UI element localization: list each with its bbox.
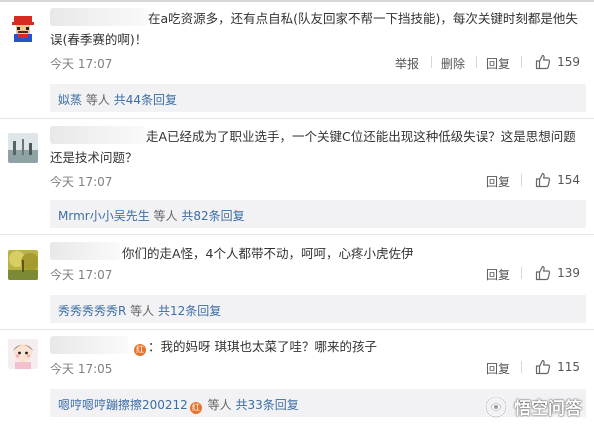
like-button[interactable]: 139 bbox=[535, 263, 580, 283]
watermark-text: 悟空问答 bbox=[514, 399, 582, 419]
reply-count-link[interactable]: 共82条回复 bbox=[181, 209, 244, 223]
reply-user-link[interactable]: 秀秀秀秀秀R bbox=[58, 304, 126, 318]
comment-time: 今天 17:05 bbox=[50, 362, 113, 376]
reply-user-link[interactable]: 嗯哼嗯哼蹦擦擦200212 bbox=[58, 398, 188, 412]
comment-text-body: ：我的妈呀 琪琪也太菜了哇？哪来的孩子 bbox=[148, 339, 377, 354]
report-button[interactable]: 举报 bbox=[395, 55, 419, 72]
verified-badge-icon: 红 bbox=[134, 344, 146, 356]
reply-count-link[interactable]: 共12条回复 bbox=[158, 304, 221, 318]
comment-time: 今天 17:07 bbox=[50, 175, 113, 189]
comment-meta: 今天 17:07 回复 139 bbox=[50, 263, 586, 283]
avatar[interactable] bbox=[8, 14, 38, 44]
thumbs-up-icon bbox=[535, 359, 551, 375]
comment-time: 今天 17:07 bbox=[50, 57, 113, 71]
divider bbox=[0, 329, 594, 330]
watermark: 悟空问答 bbox=[484, 394, 582, 419]
reply-suffix: 等人 bbox=[207, 398, 232, 412]
reply-button[interactable]: 回复 bbox=[486, 266, 510, 283]
reply-count-link[interactable]: 共33条回复 bbox=[235, 398, 298, 412]
reply-user-link[interactable]: 姒蒸 bbox=[58, 93, 82, 107]
avatar[interactable] bbox=[8, 250, 38, 280]
divider bbox=[476, 56, 477, 68]
comment-time: 今天 17:07 bbox=[50, 268, 113, 282]
reply-suffix: 等人 bbox=[130, 304, 155, 318]
divider bbox=[0, 118, 594, 119]
comment-text: 在a吃资源多，还有点自私(队友回家不帮一下挡技能)，每次关键时刻都是他失误(春季… bbox=[50, 11, 578, 47]
wukong-logo-icon bbox=[485, 395, 507, 418]
divider bbox=[521, 56, 522, 68]
divider bbox=[521, 361, 522, 373]
thumbs-up-icon bbox=[535, 172, 551, 188]
like-button[interactable]: 115 bbox=[535, 357, 580, 377]
reply-button[interactable]: 回复 bbox=[486, 173, 510, 190]
avatar[interactable] bbox=[8, 133, 38, 163]
reply-button[interactable]: 回复 bbox=[486, 55, 510, 72]
avatar[interactable] bbox=[8, 339, 38, 369]
reply-count-link[interactable]: 共44条回复 bbox=[114, 93, 177, 107]
reply-summary[interactable]: Mrmr小小吴先生 等人 共82条回复 bbox=[50, 200, 586, 228]
like-count: 159 bbox=[557, 55, 580, 69]
delete-button[interactable]: 删除 bbox=[441, 55, 465, 72]
comment-text: 你们的走A怪，4个人都带不动，呵呵，心疼小虎佐伊 bbox=[122, 246, 414, 261]
divider bbox=[521, 174, 522, 186]
like-count: 139 bbox=[557, 266, 580, 280]
blurred-username bbox=[50, 242, 120, 260]
reply-suffix: 等人 bbox=[85, 93, 110, 107]
like-count: 115 bbox=[557, 360, 580, 374]
like-count: 154 bbox=[557, 173, 580, 187]
like-button[interactable]: 154 bbox=[535, 170, 580, 190]
reply-summary[interactable]: 姒蒸 等人 共44条回复 bbox=[50, 84, 586, 112]
like-button[interactable]: 159 bbox=[535, 52, 580, 72]
divider bbox=[521, 267, 522, 279]
comment-meta: 今天 17:07 举报 删除 回复 159 bbox=[50, 52, 586, 72]
comment-text: 红：我的妈呀 琪琪也太菜了哇？哪来的孩子 bbox=[132, 336, 582, 357]
comment-meta: 今天 17:07 回复 154 bbox=[50, 170, 586, 190]
comment-text: 走A已经成为了职业选手，一个关键C位还能出现这种低级失误？这是思想问题还是技术问… bbox=[50, 129, 576, 165]
reply-summary[interactable]: 秀秀秀秀秀R 等人 共12条回复 bbox=[50, 295, 586, 323]
thumbs-up-icon bbox=[535, 54, 551, 70]
verified-badge-icon: 红 bbox=[189, 402, 202, 414]
reply-suffix: 等人 bbox=[153, 209, 178, 223]
reply-button[interactable]: 回复 bbox=[486, 360, 510, 377]
thumbs-up-icon bbox=[535, 265, 551, 281]
comment-meta: 今天 17:05 回复 115 bbox=[50, 357, 586, 377]
top-divider bbox=[0, 0, 594, 2]
divider bbox=[431, 56, 432, 68]
blurred-username bbox=[50, 336, 128, 354]
divider bbox=[0, 234, 594, 235]
reply-user-link[interactable]: Mrmr小小吴先生 bbox=[58, 209, 150, 223]
